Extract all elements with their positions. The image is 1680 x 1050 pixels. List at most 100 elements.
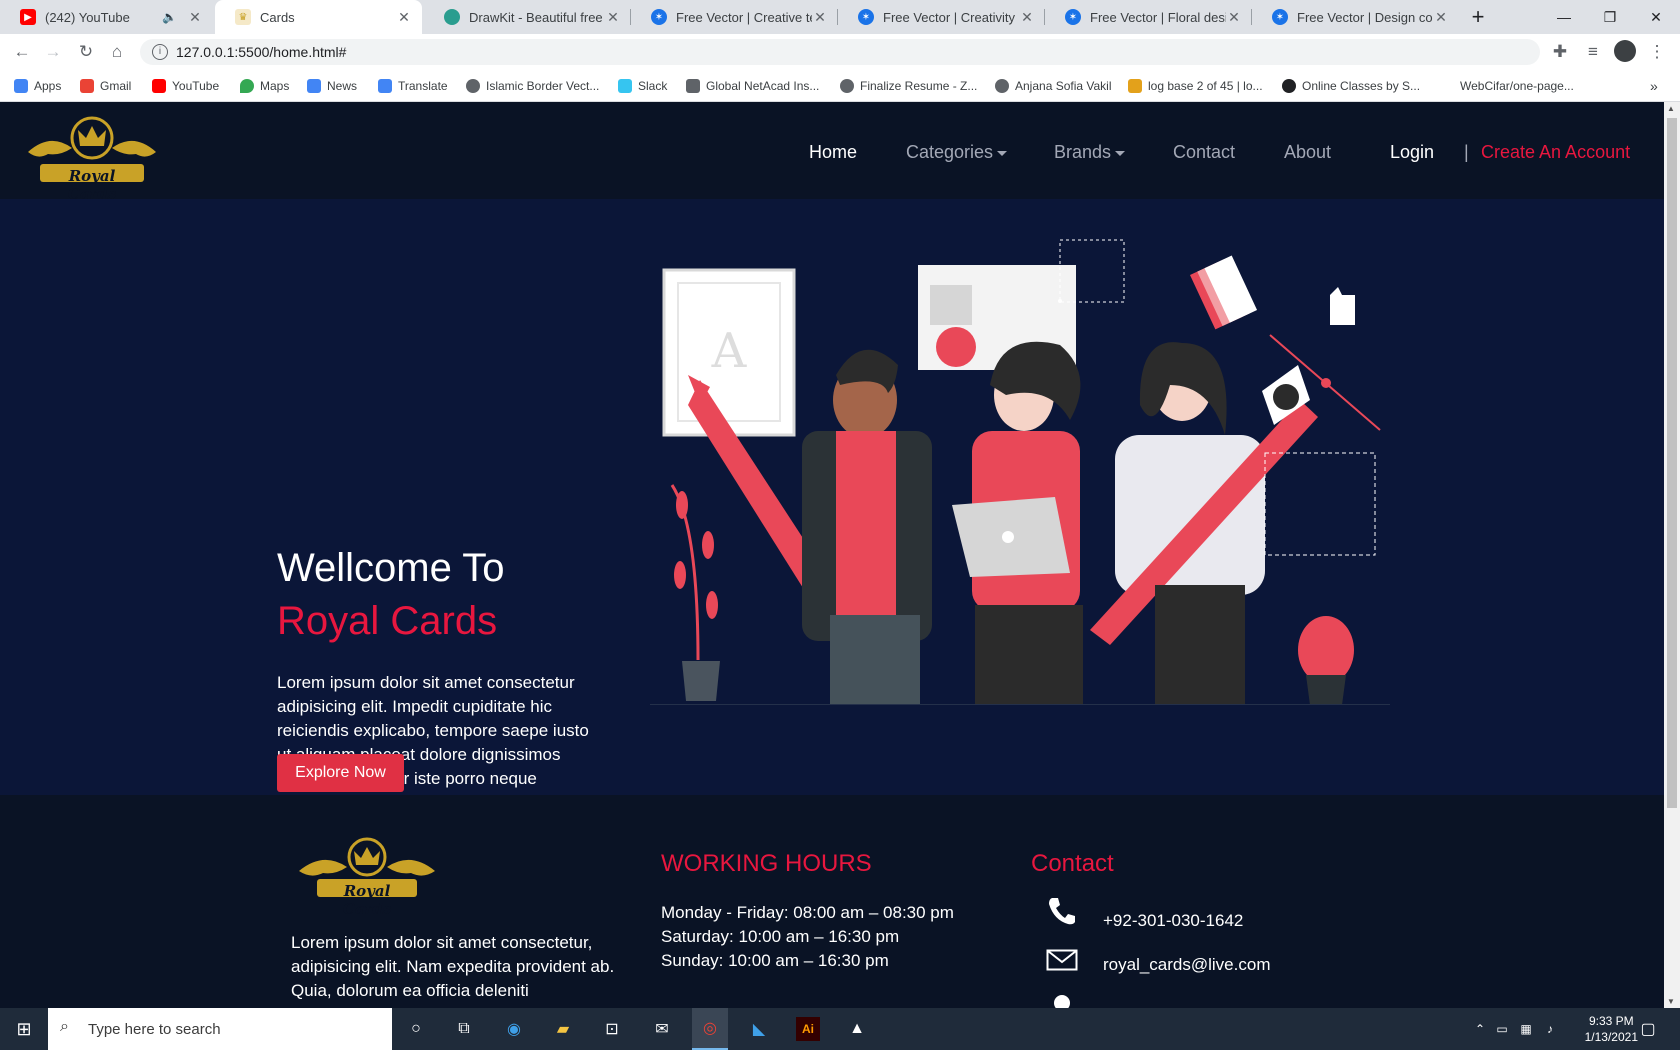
site-navbar: Royal Cards Home Categories Brands Conta… — [0, 102, 1664, 203]
nav-contact[interactable]: Contact — [1173, 142, 1235, 163]
bookmark-log-base[interactable]: log base 2 of 45 | lo... — [1128, 77, 1263, 95]
gmail-icon — [80, 79, 94, 93]
close-icon[interactable]: ✕ — [1226, 9, 1242, 26]
close-icon[interactable]: ✕ — [605, 9, 621, 26]
globe-icon — [995, 79, 1009, 93]
taskbar-clock[interactable]: 9:33 PM 1/13/2021 — [1585, 1013, 1638, 1045]
envelope-icon — [1046, 949, 1078, 971]
tab-freepik-4[interactable]: ✶ Free Vector | Design comm ✕ — [1252, 0, 1459, 34]
tab-freepik-1[interactable]: ✶ Free Vector | Creative team ✕ — [631, 0, 838, 34]
nav-about[interactable]: About — [1284, 142, 1331, 163]
close-window-icon[interactable]: ✕ — [1633, 0, 1679, 34]
chrome-icon[interactable]: ◎ — [692, 1008, 728, 1050]
slack-icon — [618, 79, 632, 93]
battery-icon[interactable]: ▭ — [1490, 1017, 1514, 1041]
edge-icon[interactable]: ◉ — [502, 1017, 526, 1041]
more-bookmarks-icon[interactable]: » — [1650, 77, 1658, 95]
nav-categories[interactable]: Categories — [906, 142, 1008, 163]
hours-sunday: Sunday: 10:00 am – 16:30 pm — [661, 951, 889, 970]
store-icon[interactable]: ⊡ — [600, 1017, 624, 1041]
mail-icon[interactable]: ✉ — [650, 1017, 674, 1041]
bookmark-news[interactable]: News — [307, 77, 357, 95]
nav-home[interactable]: Home — [809, 142, 857, 163]
scrollbar-thumb[interactable] — [1667, 118, 1677, 808]
page-scrollbar[interactable]: ▲ ▼ — [1664, 102, 1680, 1008]
illustrator-icon[interactable]: Ai — [796, 1017, 820, 1041]
bookmark-label: WebCifar/one-page... — [1460, 79, 1574, 93]
bookmark-webcifar[interactable]: WebCifar/one-page... — [1460, 77, 1574, 95]
tab-cards[interactable]: ♛ Cards ✕ — [215, 0, 422, 34]
windows-start-icon[interactable]: ⊞ — [12, 1017, 36, 1041]
media-control-icon[interactable]: ≡ — [1581, 40, 1605, 64]
bookmark-label: Gmail — [100, 79, 132, 93]
illustration-letter: A — [711, 323, 748, 379]
new-tab-icon[interactable]: + — [1458, 0, 1498, 34]
explore-now-button[interactable]: Explore Now — [277, 754, 404, 792]
apps-grid-icon — [14, 79, 28, 93]
task-view-icon[interactable]: ⧉ — [452, 1017, 476, 1041]
forward-icon[interactable]: → — [41, 40, 65, 64]
bookmark-gmail[interactable]: Gmail — [80, 77, 131, 95]
tray-expand-icon[interactable]: ⌃ — [1468, 1017, 1492, 1041]
vscode-icon[interactable]: ◣ — [747, 1017, 771, 1041]
bookmark-finalize-resume[interactable]: Finalize Resume - Z... — [840, 77, 977, 95]
taskbar-search[interactable]: ⌕ Type here to search — [48, 1008, 392, 1050]
clock-date: 1/13/2021 — [1584, 1030, 1638, 1044]
nav-brands[interactable]: Brands — [1054, 142, 1126, 163]
close-icon[interactable]: ✕ — [1433, 9, 1449, 26]
site-footer: Royal Cards Lorem ipsum dolor sit amet c… — [0, 795, 1664, 1008]
bookmark-netacad[interactable]: Global NetAcad Ins... — [686, 77, 819, 95]
maps-pin-icon — [240, 79, 254, 93]
tab-freepik-2[interactable]: ✶ Free Vector | Creativity con ✕ — [838, 0, 1045, 34]
youtube-icon — [152, 79, 166, 93]
freepik-icon: ✶ — [1065, 9, 1081, 25]
menu-icon[interactable]: ⋮ — [1645, 40, 1669, 64]
bookmark-anjana[interactable]: Anjana Sofia Vakil — [995, 77, 1112, 95]
tab-title: Free Vector | Floral design — [1090, 9, 1226, 25]
notifications-icon[interactable]: ▢ — [1636, 1017, 1660, 1041]
nav-create-account[interactable]: Create An Account — [1481, 142, 1630, 163]
back-icon[interactable]: ← — [10, 40, 34, 64]
contact-email[interactable]: royal_cards@live.com — [1103, 953, 1270, 977]
hero-section: A Wellcome To Royal Cards Lorem ipsum do… — [0, 199, 1664, 812]
network-icon[interactable]: ▦ — [1514, 1017, 1538, 1041]
bookmark-slack[interactable]: Slack — [618, 77, 667, 95]
volume-icon[interactable]: ♪ — [1538, 1017, 1562, 1041]
speaker-icon[interactable]: 🔈 — [162, 10, 177, 24]
extensions-icon[interactable]: ✚ — [1548, 40, 1572, 64]
crown-icon: ♛ — [235, 9, 251, 25]
photos-icon[interactable]: ▲ — [845, 1017, 869, 1041]
bookmark-apps[interactable]: Apps — [14, 77, 61, 95]
tab-freepik-3[interactable]: ✶ Free Vector | Floral design ✕ — [1045, 0, 1252, 34]
bookmark-label: Apps — [34, 79, 62, 93]
reload-icon[interactable]: ↻ — [74, 40, 98, 64]
restore-icon[interactable]: ❐ — [1587, 0, 1633, 34]
close-icon[interactable]: ✕ — [1019, 9, 1035, 26]
minimize-icon[interactable]: — — [1541, 0, 1587, 34]
file-explorer-icon[interactable]: ▰ — [551, 1017, 575, 1041]
bookmark-translate[interactable]: Translate — [378, 77, 448, 95]
close-icon[interactable]: ✕ — [812, 9, 828, 26]
contact-phone[interactable]: +92-301-030-1642 — [1103, 909, 1243, 933]
tab-title: Free Vector | Design comm — [1297, 9, 1433, 25]
avatar[interactable] — [1614, 40, 1636, 62]
info-icon[interactable]: i — [152, 44, 168, 60]
home-icon[interactable]: ⌂ — [105, 40, 129, 64]
bookmark-label: YouTube — [172, 79, 220, 93]
nav-login[interactable]: Login — [1390, 142, 1434, 163]
scroll-down-icon[interactable]: ▼ — [1667, 997, 1675, 1006]
close-icon[interactable]: ✕ — [396, 9, 412, 26]
address-bar[interactable]: i 127.0.0.1:5500/home.html# — [140, 39, 1540, 65]
bookmark-youtube[interactable]: YouTube — [152, 77, 219, 95]
bookmark-online-classes[interactable]: Online Classes by S... — [1282, 77, 1420, 95]
chevron-down-icon — [1115, 150, 1126, 156]
cortana-icon[interactable]: ○ — [404, 1017, 428, 1041]
bookmark-maps[interactable]: Maps — [240, 77, 289, 95]
tab-youtube[interactable]: ▶ (242) YouTube 🔈 ✕ — [0, 0, 213, 34]
scroll-up-icon[interactable]: ▲ — [1667, 104, 1675, 113]
close-icon[interactable]: ✕ — [187, 9, 203, 26]
creative-team-illustration: A — [650, 239, 1390, 705]
bookmark-islamic-border[interactable]: Islamic Border Vect... — [466, 77, 599, 95]
tab-drawkit[interactable]: DrawKit - Beautiful free ve ✕ — [424, 0, 631, 34]
bookmarks-bar: Apps Gmail YouTube Maps News Translate I… — [0, 70, 1680, 102]
